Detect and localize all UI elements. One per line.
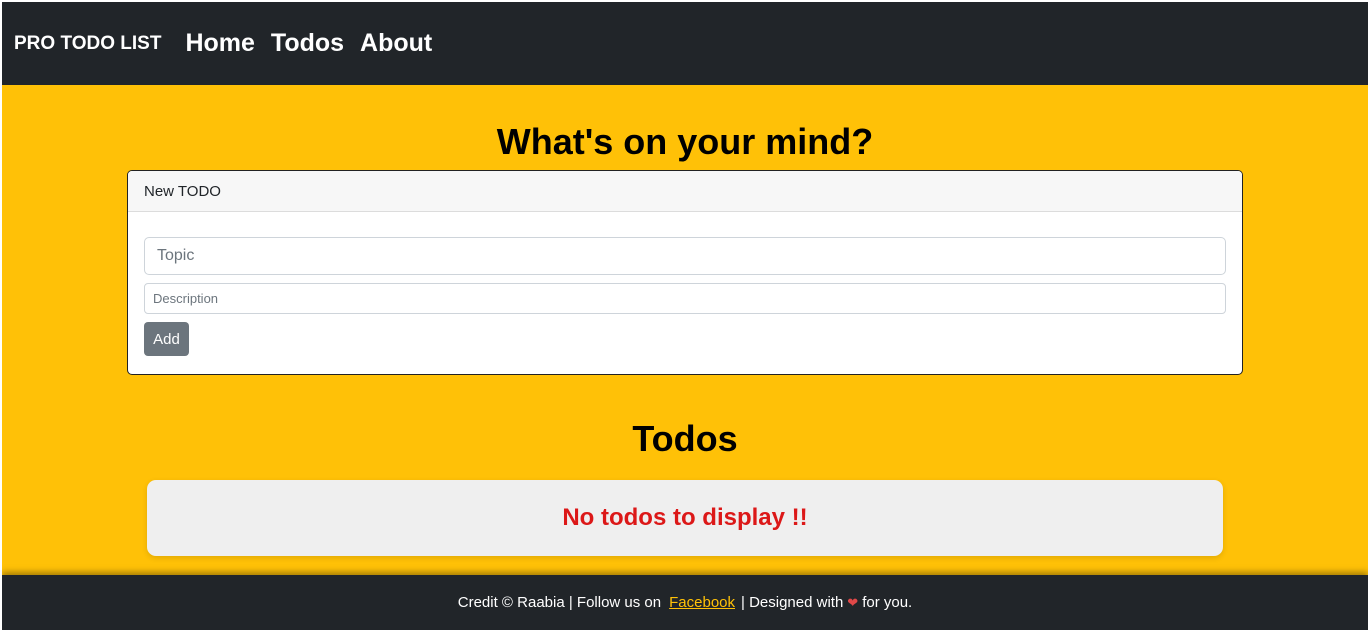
brand-link[interactable]: PRO TODO LIST [14, 33, 161, 55]
footer-designed: | Designed with [741, 594, 844, 611]
footer-credit: Credit © Raabia | Follow us on [457, 594, 662, 611]
page: PRO TODO LIST Home Todos About What's on… [2, 2, 1368, 630]
navbar: PRO TODO LIST Home Todos About [2, 2, 1368, 85]
heart-icon: ❤ [847, 594, 859, 610]
card-body: Add [128, 212, 1242, 356]
description-input[interactable] [144, 283, 1226, 314]
empty-todos-text: No todos to display !! [562, 504, 808, 531]
nav-link-home[interactable]: Home [185, 29, 254, 58]
facebook-link[interactable]: Facebook [669, 594, 735, 611]
card-header: New TODO [128, 171, 1242, 212]
new-todo-card: New TODO Add [127, 170, 1243, 375]
footer-suffix: for you. [862, 594, 913, 611]
topic-input[interactable] [144, 237, 1226, 275]
nav-link-todos[interactable]: Todos [271, 29, 344, 58]
empty-todos-message: No todos to display !! [147, 480, 1223, 556]
todos-heading: Todos [632, 418, 738, 459]
add-button[interactable]: Add [144, 322, 189, 356]
nav-link-about[interactable]: About [360, 29, 432, 58]
footer: Credit © Raabia | Follow us on Facebook … [2, 575, 1368, 630]
page-heading: What's on your mind? [496, 121, 874, 162]
